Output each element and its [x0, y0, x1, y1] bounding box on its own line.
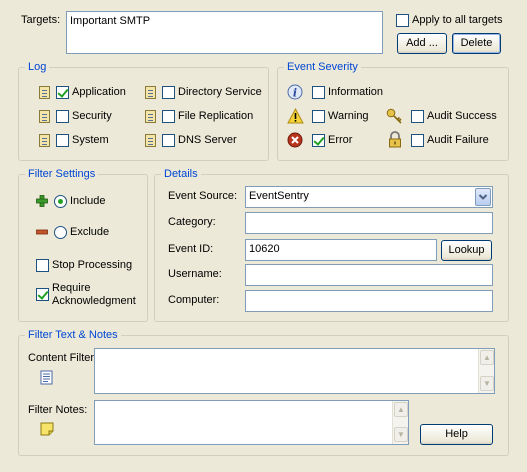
sticky-note-icon	[40, 422, 54, 436]
filter-text-notes-group-title: Filter Text & Notes	[25, 328, 121, 342]
key-icon	[386, 108, 402, 124]
stop-processing-checkbox[interactable]	[36, 259, 49, 272]
lookup-button[interactable]: Lookup	[441, 240, 492, 261]
log-group-title: Log	[25, 60, 50, 74]
content-filter-textarea[interactable]	[94, 348, 495, 394]
content-filter-scrollbar[interactable]: ▲ ▼	[478, 349, 494, 393]
details-group-title: Details	[161, 167, 201, 181]
warning-icon	[287, 108, 304, 124]
username-field[interactable]	[245, 264, 493, 286]
category-label: Category:	[168, 216, 216, 228]
plus-icon	[36, 195, 48, 207]
severity-information-label: Information	[328, 86, 384, 98]
lock-icon	[389, 131, 401, 148]
minus-icon	[36, 229, 48, 235]
computer-label: Computer:	[168, 294, 220, 306]
event-log-icon	[39, 110, 50, 123]
log-system-checkbox[interactable]	[56, 134, 69, 147]
event-severity-group-title: Event Severity	[284, 60, 361, 74]
event-source-label: Event Source:	[168, 190, 238, 202]
targets-label: Targets:	[21, 14, 61, 26]
require-acknowledgment-label-line1: Require	[52, 282, 91, 294]
log-directory-service-checkbox[interactable]	[162, 86, 175, 99]
event-log-icon	[145, 134, 156, 147]
log-dns-server-checkbox[interactable]	[162, 134, 175, 147]
log-dns-server-label: DNS Server	[178, 134, 237, 146]
include-radio[interactable]	[54, 195, 67, 208]
log-security-checkbox[interactable]	[56, 110, 69, 123]
scroll-up-icon[interactable]: ▲	[394, 402, 408, 417]
content-filter-label: Content Filter:	[28, 352, 98, 364]
include-label: Include	[70, 195, 106, 207]
severity-audit-failure-checkbox[interactable]	[411, 134, 424, 147]
severity-information-checkbox[interactable]	[312, 86, 325, 99]
apply-to-all-targets-label: Apply to all targets	[412, 14, 503, 26]
severity-warning-checkbox[interactable]	[312, 110, 325, 123]
severity-warning-label: Warning	[328, 110, 369, 122]
event-log-icon	[39, 86, 50, 99]
log-system-label: System	[72, 134, 109, 146]
event-source-value: EventSentry	[249, 190, 309, 202]
filter-notes-label: Filter Notes:	[28, 404, 88, 416]
targets-field[interactable]: Important SMTP	[66, 11, 383, 54]
text-document-icon	[40, 370, 53, 385]
scroll-down-icon[interactable]: ▼	[394, 427, 408, 442]
severity-audit-success-checkbox[interactable]	[411, 110, 424, 123]
log-application-checkbox[interactable]	[56, 86, 69, 99]
help-button[interactable]: Help	[420, 424, 493, 445]
filter-settings-group-title: Filter Settings	[25, 167, 99, 181]
stop-processing-label: Stop Processing	[52, 259, 133, 271]
filter-notes-scrollbar[interactable]: ▲ ▼	[392, 401, 408, 444]
severity-error-checkbox[interactable]	[312, 134, 325, 147]
svg-text:i: i	[293, 87, 297, 100]
require-acknowledgment-checkbox[interactable]	[36, 288, 49, 301]
require-acknowledgment-label-line2: Acknowledgment	[52, 295, 136, 307]
exclude-label: Exclude	[70, 226, 110, 238]
log-file-replication-checkbox[interactable]	[162, 110, 175, 123]
delete-target-button[interactable]: Delete	[452, 33, 501, 54]
event-id-label: Event ID:	[168, 243, 214, 255]
log-application-label: Application	[72, 86, 126, 98]
username-label: Username:	[168, 268, 222, 280]
log-directory-service-label: Directory Service	[178, 86, 262, 98]
error-icon	[287, 132, 303, 148]
event-source-select[interactable]: EventSentry	[245, 186, 493, 208]
log-security-label: Security	[72, 110, 112, 122]
event-log-icon	[39, 134, 50, 147]
event-log-icon	[145, 86, 156, 99]
log-file-replication-label: File Replication	[178, 110, 254, 122]
event-source-dropdown-button[interactable]	[475, 188, 491, 206]
severity-audit-failure-label: Audit Failure	[427, 134, 489, 146]
apply-to-all-targets-checkbox[interactable]	[396, 14, 409, 27]
computer-field[interactable]	[245, 290, 493, 312]
chevron-down-icon	[478, 194, 488, 200]
event-log-icon	[145, 110, 156, 123]
category-field[interactable]	[245, 212, 493, 234]
event-id-field[interactable]: 10620	[245, 239, 437, 261]
exclude-radio[interactable]	[54, 226, 67, 239]
add-target-button[interactable]: Add ...	[397, 33, 447, 54]
severity-audit-success-label: Audit Success	[427, 110, 497, 122]
info-icon: i	[287, 84, 303, 100]
filter-notes-textarea[interactable]	[94, 400, 409, 445]
severity-error-label: Error	[328, 134, 353, 146]
scroll-down-icon[interactable]: ▼	[480, 376, 494, 391]
scroll-up-icon[interactable]: ▲	[480, 350, 494, 365]
